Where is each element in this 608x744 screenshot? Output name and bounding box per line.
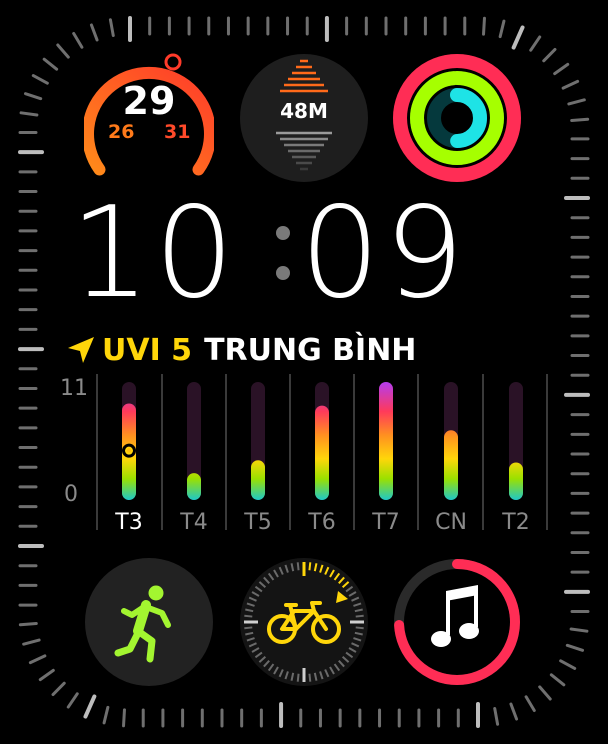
uv-bar-cn: [444, 430, 458, 500]
uv-day-label: T6: [308, 510, 336, 535]
uv-bar-t7: [379, 382, 393, 500]
workout-complication[interactable]: [84, 557, 214, 687]
music-complication[interactable]: [392, 557, 522, 687]
uv-day-label: T7: [372, 510, 400, 535]
cycling-dial-tick: [296, 673, 300, 682]
uv-bar-t4: [187, 473, 201, 500]
cycling-complication[interactable]: [238, 557, 370, 687]
uv-day-label: T2: [502, 510, 530, 535]
cycling-dial-tick: [296, 562, 300, 571]
cycling-dial-tick: [244, 626, 253, 630]
uv-day-label: T5: [244, 510, 272, 535]
uv-day-label: T3: [115, 510, 143, 535]
music-note-icon: [431, 585, 479, 647]
cycling-dial-tick: [308, 673, 312, 682]
music-ring: [394, 559, 520, 685]
cycling-dial-tick: [355, 626, 364, 630]
uv-bar-t6: [315, 405, 329, 500]
cycling-dial: [240, 558, 368, 686]
cycling-dial-tick: [244, 614, 253, 618]
uv-bar-t2: [509, 462, 523, 500]
cycling-dial-tick: [355, 614, 364, 618]
cycling-dial-tick: [308, 562, 312, 571]
uv-bar-t5: [251, 460, 265, 500]
uv-day-label: T4: [180, 510, 208, 535]
workout-bg: [85, 558, 213, 686]
uv-day-label: CN: [435, 510, 467, 535]
